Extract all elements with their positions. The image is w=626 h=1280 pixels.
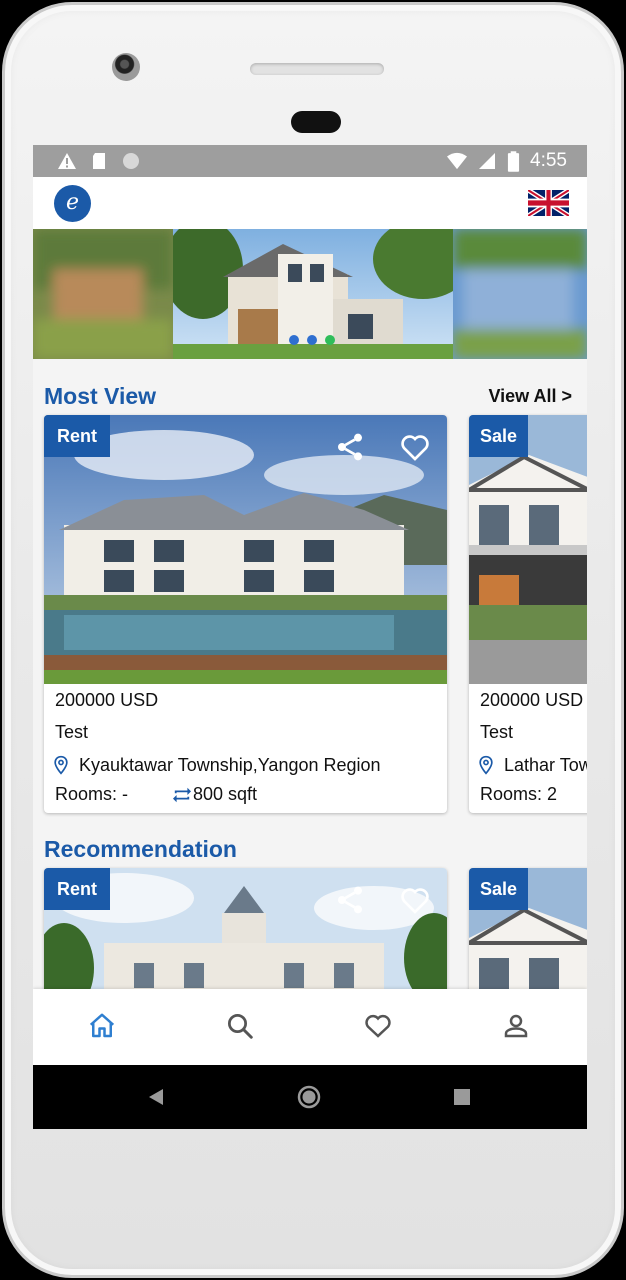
share-icon[interactable]	[334, 431, 366, 463]
favorite-icon[interactable]	[399, 431, 431, 463]
uk-flag-icon[interactable]	[528, 190, 569, 216]
sale-badge: Sale	[469, 415, 528, 457]
earpiece-speaker	[250, 63, 384, 75]
location-text: Lathar Tow	[504, 754, 587, 775]
property-card[interactable]: Rent 200000 USD Test Kyauktawar Township…	[44, 415, 447, 813]
property-name: Test	[480, 722, 514, 742]
property-location: Kyauktawar Township,Yangon Region	[51, 754, 381, 776]
bottom-navigation	[33, 989, 587, 1065]
home-icon[interactable]	[87, 1011, 117, 1041]
warning-icon	[58, 153, 76, 169]
property-price: 200000 USD	[480, 690, 584, 710]
search-icon[interactable]	[225, 1011, 255, 1041]
circle-icon	[123, 153, 139, 169]
area-icon	[173, 787, 191, 802]
sale-badge: Sale	[469, 868, 528, 910]
property-name: Test	[55, 722, 89, 742]
back-icon[interactable]	[147, 1088, 165, 1106]
battery-icon	[507, 150, 520, 172]
recents-icon[interactable]	[454, 1089, 470, 1105]
carousel-slide-previous	[33, 229, 173, 359]
app-logo[interactable]: e	[54, 185, 91, 222]
carousel-indicator	[289, 335, 335, 345]
area-text: 800 sqft	[193, 784, 258, 804]
carousel-dot[interactable]	[289, 335, 299, 345]
property-meta: Rooms: 2	[480, 784, 557, 805]
status-bar: 4:55	[33, 145, 587, 177]
property-card[interactable]: Sale	[469, 868, 587, 998]
view-all-link[interactable]: View All >	[488, 386, 572, 407]
image-carousel[interactable]	[33, 229, 587, 359]
rent-badge: Rent	[44, 868, 110, 910]
favorite-icon[interactable]	[399, 884, 431, 916]
property-location: Lathar Tow	[476, 754, 587, 776]
rent-badge: Rent	[44, 415, 110, 457]
rooms-text: Rooms: 2	[480, 784, 558, 804]
location-text: Kyauktawar Township,Yangon Region	[79, 754, 381, 775]
property-card[interactable]: Sale 200000 USD Test Lathar Tow Rooms: 2	[469, 415, 587, 813]
share-icon[interactable]	[334, 884, 366, 916]
signal-icon	[479, 153, 496, 169]
carousel-dot-active[interactable]	[325, 335, 335, 345]
rooms-text: Rooms: -	[55, 784, 129, 804]
location-pin-icon	[479, 755, 493, 775]
carousel-dot[interactable]	[307, 335, 317, 345]
wifi-icon	[447, 152, 468, 170]
property-card[interactable]: Rent	[44, 868, 447, 998]
status-time: 4:55	[530, 150, 567, 171]
screen: 4:55 e Most View View All > Rent 200000 …	[33, 145, 587, 1129]
system-navigation-bar	[33, 1065, 587, 1129]
favorite-icon[interactable]	[363, 1011, 393, 1041]
profile-icon[interactable]	[501, 1011, 531, 1041]
property-meta: Rooms: - 800 sqft	[55, 784, 257, 805]
most-view-title: Most View	[44, 383, 157, 409]
app-bar: e	[33, 177, 587, 229]
recommendation-title: Recommendation	[44, 836, 237, 862]
location-pin-icon	[54, 755, 68, 775]
proximity-sensor	[291, 111, 341, 133]
property-price: 200000 USD	[55, 690, 159, 710]
sd-card-icon	[93, 153, 105, 169]
front-camera	[112, 53, 140, 81]
carousel-slide-next	[453, 229, 587, 359]
home-button-icon[interactable]	[297, 1085, 321, 1109]
